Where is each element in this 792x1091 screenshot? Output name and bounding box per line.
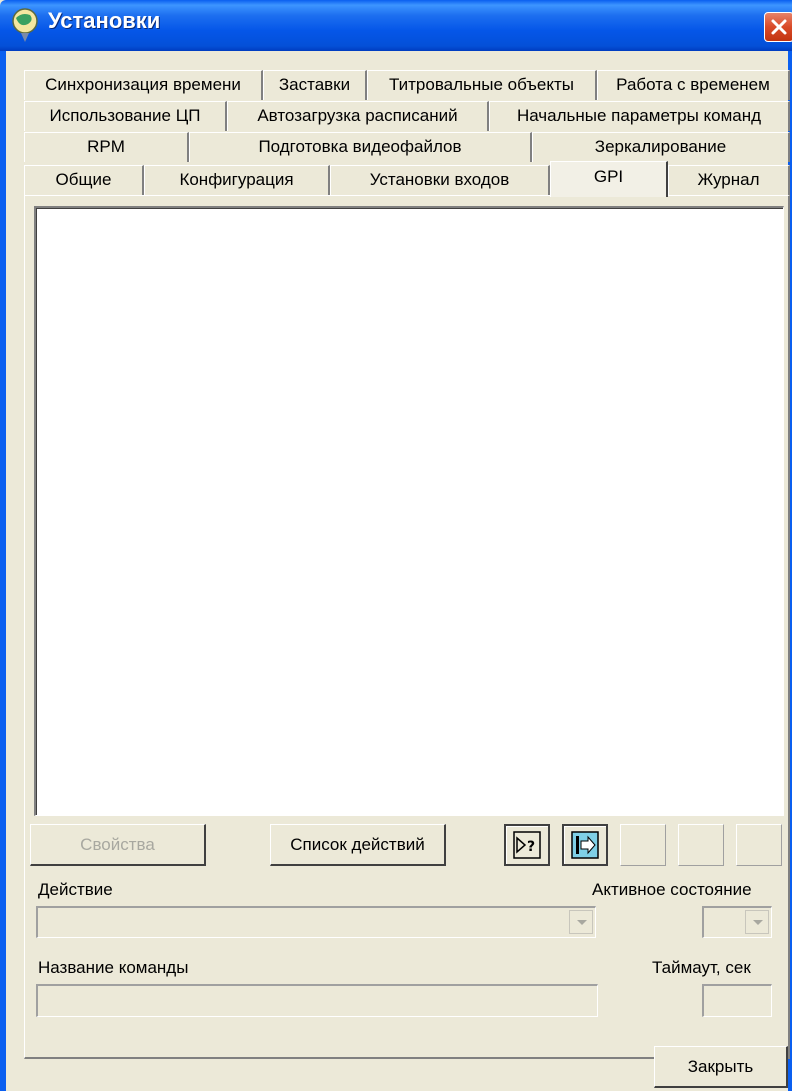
action-dropdown[interactable] [36,906,596,938]
tab-video-prep[interactable]: Подготовка видеофайлов [189,132,532,162]
tab-configuration[interactable]: Конфигурация [144,165,330,195]
properties-button[interactable]: Свойства [30,824,206,866]
active-state-dropdown-arrow[interactable] [745,910,769,934]
title-bar[interactable]: Установки [0,0,792,51]
toolbar-button-5[interactable] [736,824,782,866]
command-name-label: Название команды [38,958,189,977]
action-list-button[interactable]: Список действий [270,824,446,866]
import-arrow-button[interactable] [562,824,608,866]
toolbar-button-3[interactable] [620,824,666,866]
tab-title-objects[interactable]: Титровальные объекты [367,70,597,100]
import-arrow-icon [571,831,599,859]
timeout-field[interactable] [702,984,772,1017]
tab-general[interactable]: Общие [24,165,144,195]
command-name-field[interactable] [36,984,598,1017]
action-dropdown-arrow[interactable] [569,910,593,934]
settings-window: Установки Синхронизация времени Заставки… [0,0,792,1091]
window-title: Установки [48,8,161,33]
tab-journal[interactable]: Журнал [668,165,790,195]
help-pointer-button[interactable]: ? [504,824,550,866]
tab-time-work[interactable]: Работа с временем [597,70,790,100]
svg-text:?: ? [527,839,535,855]
close-button[interactable]: Закрыть [654,1046,788,1088]
tab-screensavers[interactable]: Заставки [263,70,367,100]
toolbar-button-4[interactable] [678,824,724,866]
close-window-button[interactable] [764,12,792,42]
active-state-dropdown[interactable] [702,906,772,938]
help-pointer-icon: ? [513,831,541,859]
chevron-down-icon [577,920,587,925]
close-icon [771,19,787,35]
action-label: Действие [38,880,113,899]
tab-schedule-autoload[interactable]: Автозагрузка расписаний [227,101,489,131]
tab-cpu-usage[interactable]: Использование ЦП [24,101,227,131]
tab-gpi[interactable]: GPI [550,161,668,197]
timeout-label: Таймаут, сек [652,958,751,977]
tab-rpm[interactable]: RPM [24,132,189,162]
window-frame-left [0,51,6,1091]
active-state-label: Активное состояние [592,880,752,899]
tab-time-sync[interactable]: Синхронизация времени [24,70,263,100]
tab-command-params[interactable]: Начальные параметры команд [489,101,790,131]
chevron-down-icon [753,920,763,925]
globe-pin-icon [12,8,38,42]
tab-input-settings[interactable]: Установки входов [330,165,550,195]
tab-mirroring[interactable]: Зеркалирование [532,132,790,162]
gpi-list[interactable] [34,206,784,816]
